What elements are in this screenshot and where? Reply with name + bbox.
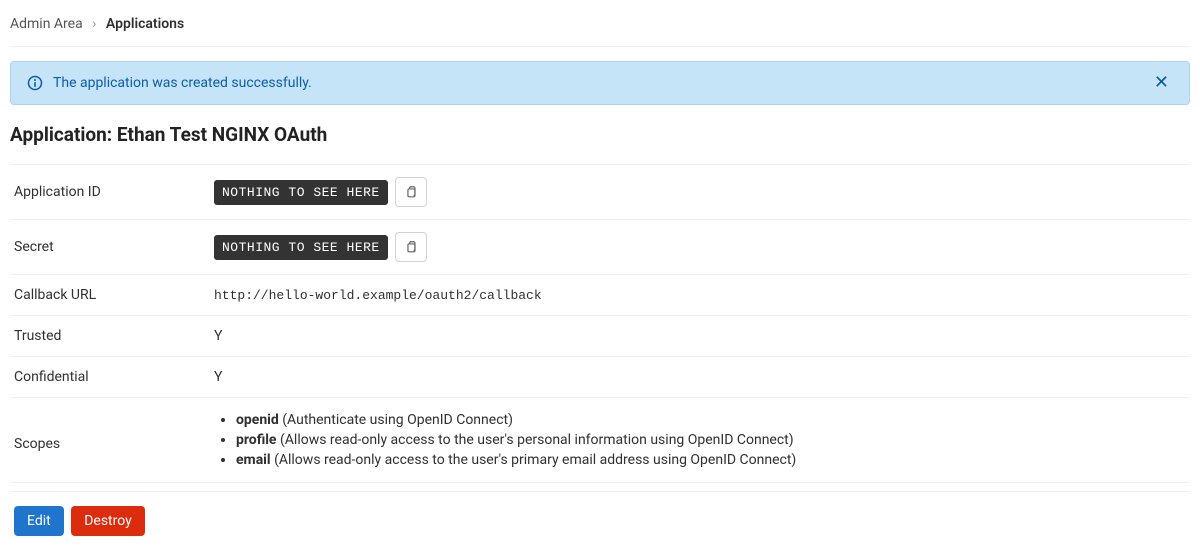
scope-name: email xyxy=(236,452,271,468)
breadcrumb: Admin Area › Applications xyxy=(10,10,1190,47)
copy-application-id-button[interactable] xyxy=(395,177,427,207)
scopes-list: openid (Authenticate using OpenID Connec… xyxy=(214,410,1186,470)
scope-name: profile xyxy=(236,432,277,448)
confidential-value: Y xyxy=(214,369,1186,385)
row-callback-url: Callback URL http://hello-world.example/… xyxy=(10,275,1190,316)
label-trusted: Trusted xyxy=(14,328,214,344)
row-scopes: Scopes openid (Authenticate using OpenID… xyxy=(10,398,1190,483)
list-item: openid (Authenticate using OpenID Connec… xyxy=(236,410,1186,430)
row-secret: Secret NOTHING TO SEE HERE xyxy=(10,220,1190,275)
label-confidential: Confidential xyxy=(14,369,214,385)
list-item: email (Allows read-only access to the us… xyxy=(236,450,1186,470)
scope-desc: (Allows read-only access to the user's p… xyxy=(274,452,796,468)
label-secret: Secret xyxy=(14,239,214,255)
trusted-value: Y xyxy=(214,328,1186,344)
label-application-id: Application ID xyxy=(14,184,214,200)
callback-url-value: http://hello-world.example/oauth2/callba… xyxy=(214,288,1186,303)
copy-secret-button[interactable] xyxy=(395,232,427,262)
destroy-button[interactable]: Destroy xyxy=(71,506,145,536)
scope-desc: (Allows read-only access to the user's p… xyxy=(280,432,794,448)
breadcrumb-root[interactable]: Admin Area xyxy=(10,16,83,32)
label-callback-url: Callback URL xyxy=(14,287,214,303)
row-trusted: Trusted Y xyxy=(10,316,1190,357)
close-icon[interactable]: ✕ xyxy=(1150,74,1173,92)
row-application-id: Application ID NOTHING TO SEE HERE xyxy=(10,165,1190,220)
application-id-value: NOTHING TO SEE HERE xyxy=(214,180,388,205)
success-alert: The application was created successfully… xyxy=(10,61,1190,105)
scope-name: openid xyxy=(236,412,279,428)
page-title: Application: Ethan Test NGINX OAuth xyxy=(10,123,1190,146)
chevron-right-icon: › xyxy=(86,16,102,32)
alert-message: The application was created successfully… xyxy=(53,75,1150,91)
edit-button[interactable]: Edit xyxy=(14,506,64,536)
list-item: profile (Allows read-only access to the … xyxy=(236,430,1186,450)
row-confidential: Confidential Y xyxy=(10,357,1190,398)
secret-value: NOTHING TO SEE HERE xyxy=(214,235,388,260)
breadcrumb-current: Applications xyxy=(106,16,184,32)
footer-actions: Edit Destroy xyxy=(10,491,1190,544)
application-details: Application ID NOTHING TO SEE HERE Secre… xyxy=(10,164,1190,483)
info-icon xyxy=(27,75,43,91)
scope-desc: (Authenticate using OpenID Connect) xyxy=(282,412,513,428)
label-scopes: Scopes xyxy=(14,410,214,452)
